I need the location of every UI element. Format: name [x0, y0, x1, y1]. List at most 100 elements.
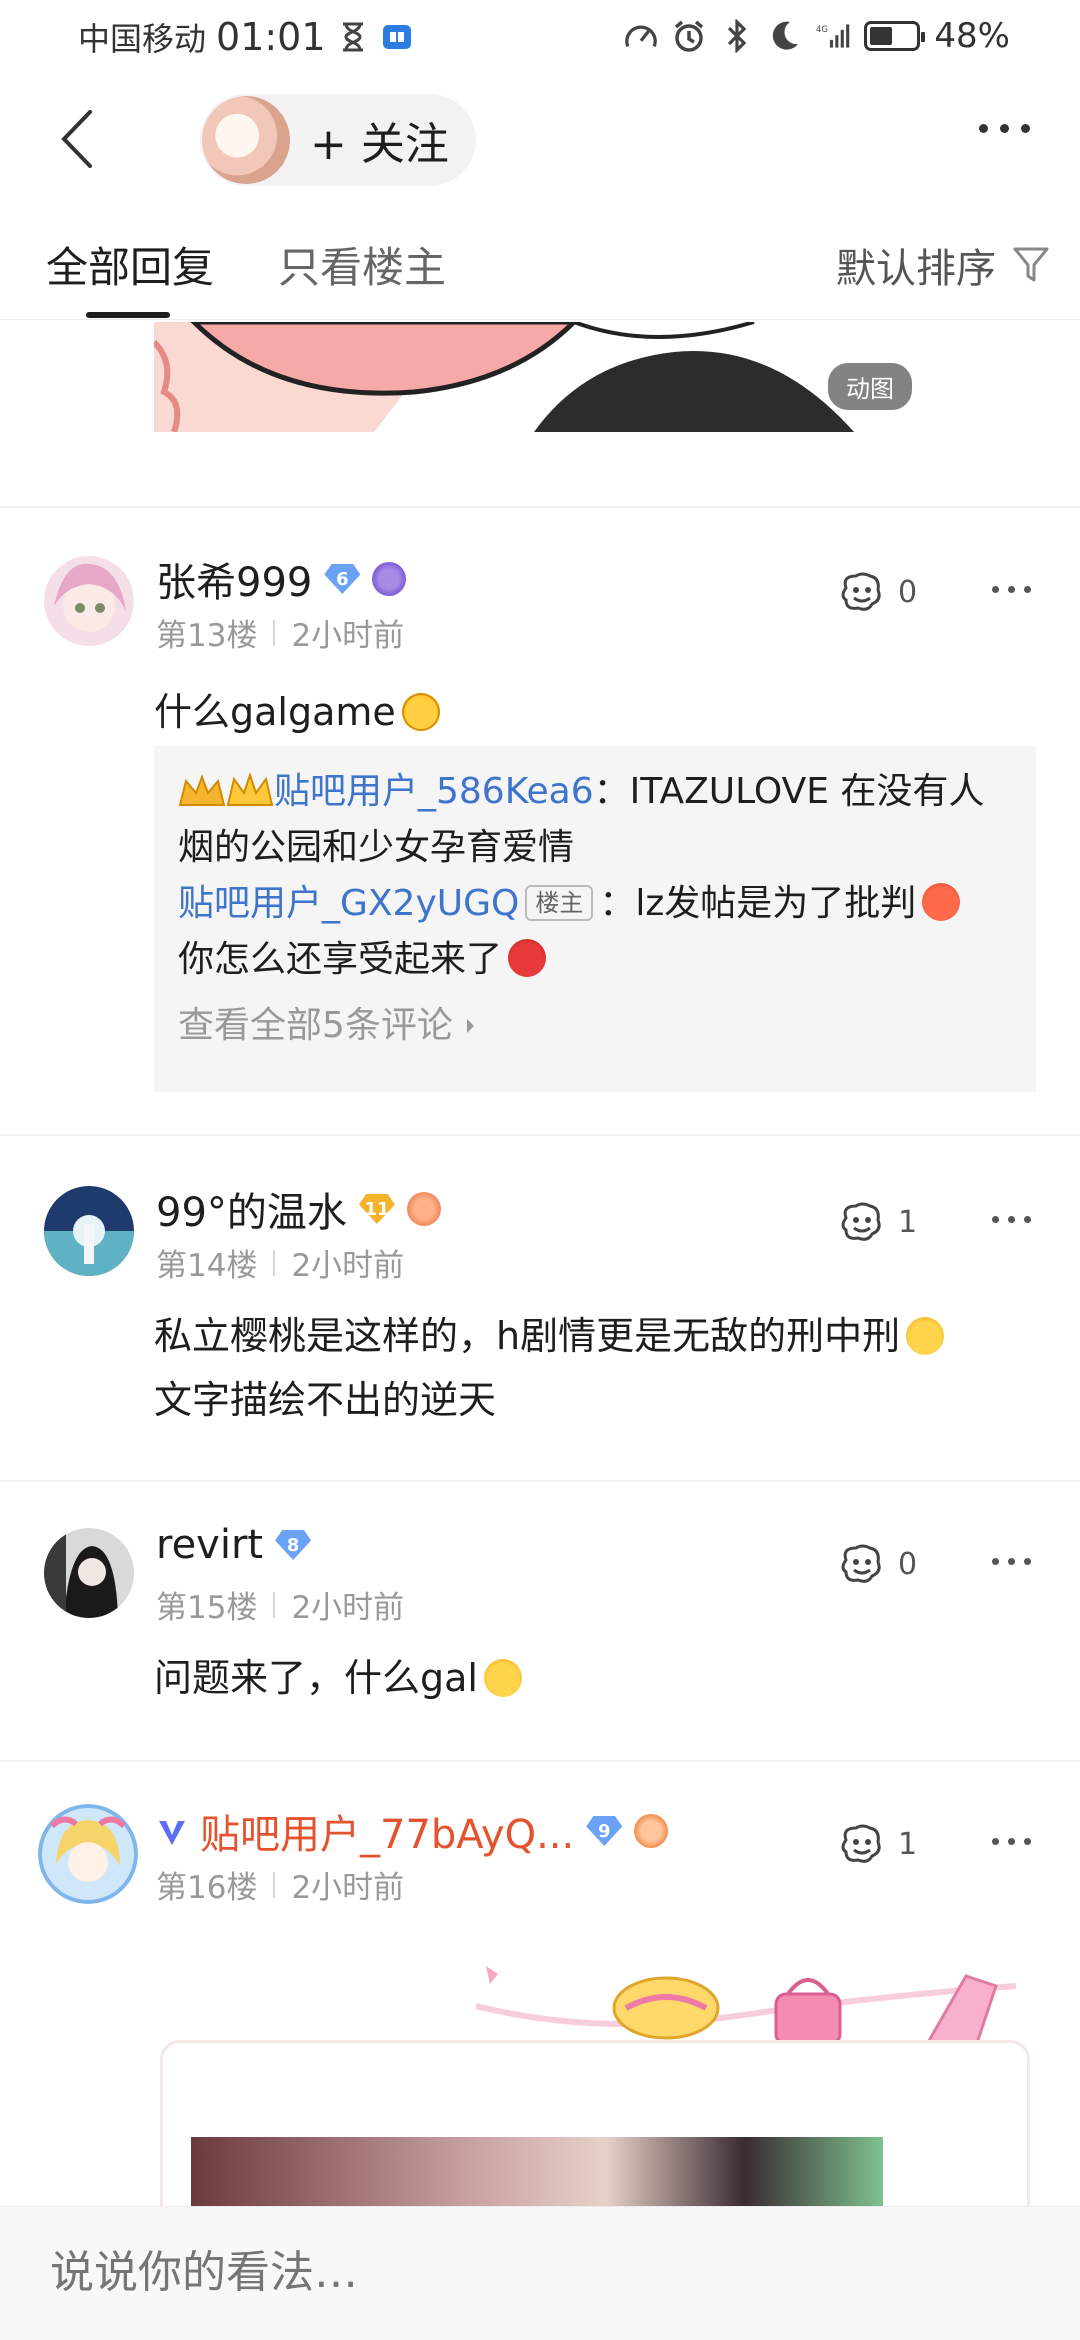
like-button[interactable]: 0 — [838, 1542, 917, 1586]
username[interactable]: 张希999 6 — [156, 550, 407, 608]
level-badge: 9 — [586, 1816, 623, 1846]
like-count: 1 — [898, 1204, 918, 1240]
signal-icon: 4G — [816, 19, 850, 53]
filter-icon — [1013, 247, 1049, 282]
gif-image[interactable]: 动图 — [154, 322, 934, 432]
battery-icon — [864, 21, 926, 51]
floor-number: 第15楼 — [156, 1590, 258, 1626]
member-badge-icon — [406, 1192, 441, 1226]
like-icon — [841, 572, 881, 611]
heart-eyes-emoji — [401, 693, 440, 731]
sort-button[interactable]: 默认排序 — [836, 236, 1050, 294]
avatar[interactable] — [44, 1528, 134, 1618]
like-count: 1 — [898, 1826, 918, 1862]
laughing-emoji — [906, 1317, 945, 1355]
comment-input[interactable] — [50, 2247, 950, 2298]
comment-bar — [0, 2206, 1080, 2340]
like-button[interactable]: 1 — [838, 1822, 917, 1866]
post-divider — [0, 1134, 1080, 1136]
post-divider — [0, 1480, 1080, 1482]
post-more-button[interactable] — [992, 1558, 1031, 1565]
post-meta: 第13楼 2小时前 — [156, 610, 404, 655]
sort-label: 默认排序 — [836, 246, 996, 292]
more-options-button[interactable] — [979, 124, 1030, 133]
like-button[interactable]: 0 — [838, 570, 917, 614]
sub-reply-user[interactable]: 贴吧用户_586Kea6 — [274, 771, 594, 812]
op-tag: 楼主 — [525, 885, 594, 921]
carrier-label: 中国移动 — [78, 20, 207, 58]
angry-emoji — [922, 883, 961, 921]
post-meta: 第16楼 2小时前 — [156, 1862, 404, 1907]
speedometer-icon — [624, 19, 658, 53]
vip-icon — [159, 1821, 185, 1845]
post-time: 2小时前 — [291, 1870, 405, 1906]
battery-percent: 48% — [934, 16, 1010, 56]
post-content: 问题来了，什么gal — [154, 1646, 1034, 1710]
hourglass-icon — [336, 20, 370, 54]
avatar[interactable] — [44, 1186, 134, 1276]
sub-replies[interactable]: 贴吧用户_586Kea6：ITAZULOVE 在没有人烟的公园和少女孕育爱情 贴… — [154, 746, 1036, 1092]
back-button[interactable] — [52, 104, 112, 174]
floor-number: 第16楼 — [156, 1870, 258, 1906]
reply-tabs: 全部回复 只看楼主 默认排序 — [0, 222, 1080, 320]
post-divider — [0, 1760, 1080, 1762]
post-content: 私立樱桃是这样的，h剧情更是无敌的刑中刑 文字描绘不出的逆天 — [154, 1304, 1034, 1432]
post-time: 2小时前 — [291, 618, 405, 654]
post-more-button[interactable] — [992, 586, 1031, 593]
like-icon — [841, 1202, 881, 1241]
chevron-left-icon — [61, 110, 92, 168]
avatar-image — [44, 556, 134, 646]
like-icon — [841, 1824, 881, 1863]
active-tab-indicator — [86, 312, 170, 318]
post-more-button[interactable] — [992, 1216, 1031, 1223]
follow-button[interactable]: + 关注 — [200, 94, 476, 186]
level-badge: 8 — [275, 1530, 312, 1560]
follow-label: + 关注 — [310, 119, 449, 170]
yum-emoji — [483, 1659, 522, 1697]
username[interactable]: revirt 8 — [156, 1522, 312, 1568]
like-count: 0 — [898, 574, 918, 610]
username[interactable]: 99°的温水 11 — [156, 1180, 441, 1238]
forum-avatar — [202, 96, 290, 184]
section-divider — [0, 506, 1080, 508]
gif-badge: 动图 — [828, 363, 912, 410]
username[interactable]: 贴吧用户_77bAyQ... 9 — [156, 1802, 669, 1860]
tab-all-replies[interactable]: 全部回复 — [46, 234, 214, 295]
floor-number: 第13楼 — [156, 618, 258, 654]
level-badge: 6 — [324, 564, 361, 594]
nav-bar: + 关注 — [0, 76, 1080, 202]
mad-emoji — [508, 939, 547, 977]
avatar[interactable] — [44, 556, 134, 646]
avatar-image — [44, 1528, 134, 1618]
tab-only-op[interactable]: 只看楼主 — [278, 234, 446, 295]
post-meta: 第14楼 2小时前 — [156, 1240, 404, 1285]
like-button[interactable]: 1 — [838, 1200, 917, 1244]
level-badge: 11 — [358, 1194, 395, 1224]
avatar-image — [38, 1804, 138, 1904]
avatar[interactable] — [38, 1804, 138, 1904]
member-badge-icon — [372, 562, 407, 596]
bluetooth-icon — [720, 19, 754, 53]
crown-badge-icon — [178, 771, 274, 811]
floor-number: 第14楼 — [156, 1248, 258, 1284]
like-count: 0 — [898, 1546, 918, 1582]
svg-text:4G: 4G — [816, 25, 828, 35]
app-notification-icon — [380, 20, 414, 54]
avatar-image — [44, 1186, 134, 1276]
chevron-right-icon — [467, 1019, 475, 1033]
view-all-comments-link[interactable]: 查看全部5条评论 — [178, 998, 1012, 1054]
sub-reply: 贴吧用户_GX2yUGQ 楼主 ：lz发帖是为了批判 你怎么还享受起来了 — [178, 876, 1012, 988]
alarm-icon — [672, 19, 706, 53]
clock: 01:01 — [216, 15, 326, 59]
member-badge-icon — [634, 1814, 669, 1848]
post-time: 2小时前 — [291, 1590, 405, 1626]
post-time: 2小时前 — [291, 1248, 405, 1284]
sub-reply-text: 你怎么还享受起来了 — [178, 939, 503, 980]
post-content: 什么galgame — [154, 680, 1034, 744]
post-meta: 第15楼 2小时前 — [156, 1582, 404, 1627]
moon-icon — [768, 19, 802, 53]
post-more-button[interactable] — [992, 1838, 1031, 1845]
status-bar: 中国移动 01:01 4G 48% — [0, 0, 1080, 76]
sub-reply-user[interactable]: 贴吧用户_GX2yUGQ — [178, 883, 519, 924]
like-icon — [841, 1544, 881, 1583]
